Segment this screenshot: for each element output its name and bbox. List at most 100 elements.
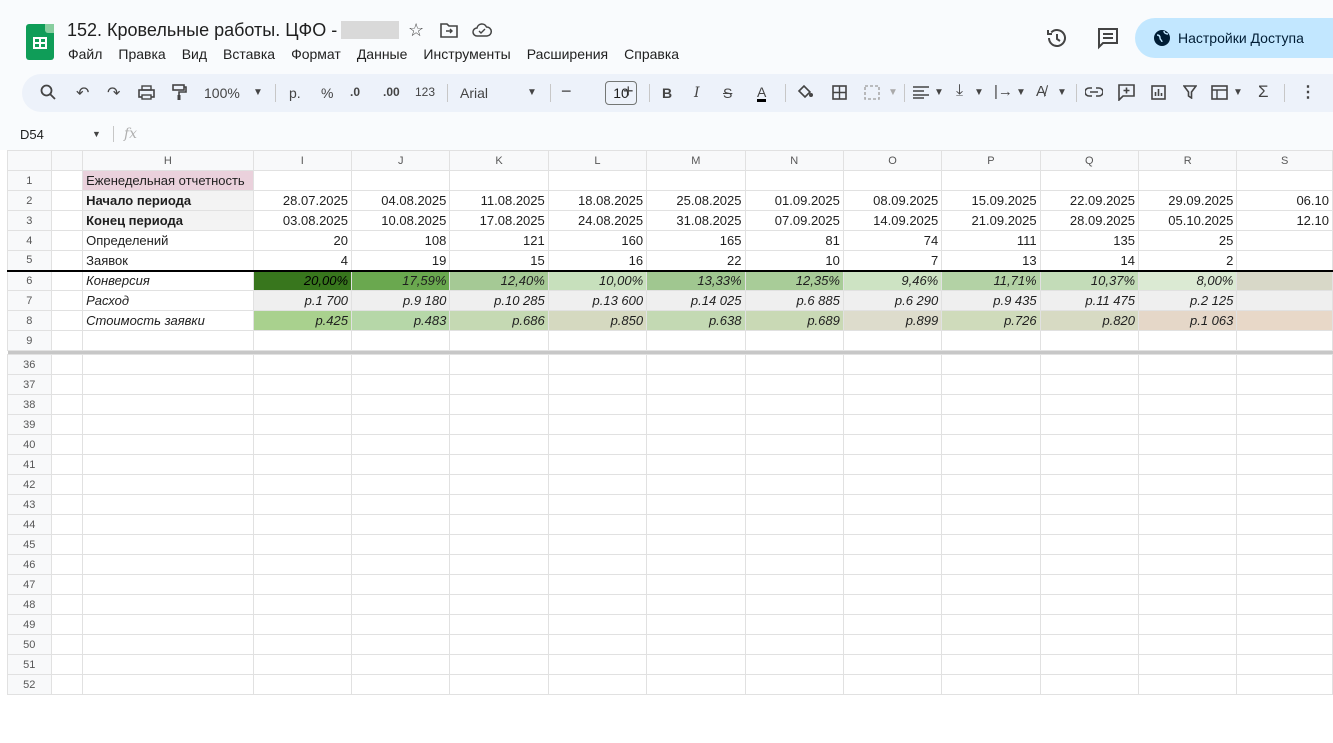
- cloud-saved-icon[interactable]: [472, 23, 492, 37]
- decrease-decimal-button[interactable]: .0: [350, 85, 360, 99]
- cell[interactable]: [1137, 354, 1238, 375]
- cell[interactable]: [941, 514, 1041, 535]
- cell[interactable]: [350, 614, 451, 635]
- menu-format[interactable]: Формат: [291, 46, 341, 62]
- data-cell[interactable]: [1236, 230, 1333, 251]
- cell[interactable]: [547, 654, 648, 675]
- cell[interactable]: [50, 269, 84, 291]
- doc-title-text[interactable]: 152. Кровельные работы. ЦФО -: [67, 20, 337, 40]
- corner-cell[interactable]: [7, 150, 52, 171]
- cell[interactable]: [842, 674, 943, 695]
- font-select[interactable]: Arial: [460, 85, 488, 101]
- data-cell[interactable]: 19: [350, 250, 451, 271]
- data-cell[interactable]: 135: [1039, 230, 1140, 251]
- column-header[interactable]: R: [1137, 150, 1238, 171]
- cell[interactable]: [1137, 594, 1238, 615]
- cell[interactable]: [547, 494, 648, 515]
- cell[interactable]: [350, 434, 451, 455]
- cell[interactable]: [1039, 374, 1140, 395]
- data-cell[interactable]: [1137, 170, 1238, 191]
- italic-icon[interactable]: I: [694, 85, 700, 101]
- cell[interactable]: [547, 454, 648, 475]
- data-cell[interactable]: 05.10.2025: [1137, 210, 1238, 231]
- row-number[interactable]: 50: [7, 634, 52, 655]
- print-icon[interactable]: [138, 85, 155, 100]
- data-cell[interactable]: 160: [547, 230, 648, 251]
- row-label-cell[interactable]: [82, 330, 254, 351]
- data-cell[interactable]: [744, 170, 844, 191]
- cell[interactable]: [50, 250, 84, 271]
- column-header[interactable]: L: [547, 150, 648, 171]
- row-label-cell[interactable]: Конец периода: [82, 210, 254, 231]
- data-cell[interactable]: 10.08.2025: [350, 210, 451, 231]
- data-cell[interactable]: 31.08.2025: [646, 210, 746, 231]
- cell[interactable]: [1137, 414, 1238, 435]
- cell[interactable]: [547, 614, 648, 635]
- chevron-down-icon[interactable]: ▼: [1016, 87, 1026, 98]
- row-label-cell[interactable]: Конверсия: [82, 269, 254, 291]
- data-cell[interactable]: р.820: [1039, 310, 1140, 331]
- cell[interactable]: [50, 170, 84, 191]
- cell[interactable]: [941, 394, 1041, 415]
- paint-format-icon[interactable]: [171, 84, 187, 101]
- cell[interactable]: [50, 594, 84, 615]
- data-cell[interactable]: [941, 170, 1041, 191]
- cell[interactable]: [842, 474, 943, 495]
- cell[interactable]: [842, 614, 943, 635]
- data-cell[interactable]: [350, 330, 451, 351]
- cell[interactable]: [842, 354, 943, 375]
- insert-chart-icon[interactable]: [1151, 85, 1166, 100]
- cell[interactable]: [1137, 434, 1238, 455]
- menu-view[interactable]: Вид: [182, 46, 207, 62]
- cell[interactable]: [50, 290, 84, 311]
- cell[interactable]: [646, 554, 746, 575]
- data-cell[interactable]: 8,00%: [1137, 269, 1238, 291]
- row-number[interactable]: 44: [7, 514, 52, 535]
- data-cell[interactable]: 28.09.2025: [1039, 210, 1140, 231]
- data-cell[interactable]: р.6 885: [744, 290, 844, 311]
- data-cell[interactable]: 16: [547, 250, 648, 271]
- cell[interactable]: [1236, 634, 1333, 655]
- cell[interactable]: [1137, 634, 1238, 655]
- menu-insert[interactable]: Вставка: [223, 46, 275, 62]
- data-cell[interactable]: 17.08.2025: [449, 210, 549, 231]
- data-cell[interactable]: [1137, 330, 1238, 351]
- cell[interactable]: [82, 654, 254, 675]
- cell[interactable]: [842, 634, 943, 655]
- cell[interactable]: [1039, 654, 1140, 675]
- decrease-font-size-icon[interactable]: −: [561, 81, 572, 102]
- data-cell[interactable]: 12,40%: [449, 269, 549, 291]
- cell[interactable]: [350, 394, 451, 415]
- cell[interactable]: [252, 454, 353, 475]
- data-cell[interactable]: 111: [941, 230, 1041, 251]
- cell[interactable]: [941, 414, 1041, 435]
- cell[interactable]: [1236, 534, 1333, 555]
- cell[interactable]: [547, 634, 648, 655]
- data-cell[interactable]: 20: [252, 230, 353, 251]
- row-number[interactable]: 36: [7, 354, 52, 375]
- data-cell[interactable]: [1236, 170, 1333, 191]
- cell[interactable]: [350, 534, 451, 555]
- data-cell[interactable]: 01.09.2025: [744, 190, 844, 211]
- cell[interactable]: [547, 534, 648, 555]
- cell[interactable]: [252, 674, 353, 695]
- cell[interactable]: [350, 514, 451, 535]
- cell[interactable]: [941, 374, 1041, 395]
- column-header[interactable]: N: [744, 150, 844, 171]
- move-folder-icon[interactable]: [440, 22, 458, 38]
- data-cell[interactable]: р.638: [646, 310, 746, 331]
- cell[interactable]: [646, 614, 746, 635]
- cell[interactable]: [350, 674, 451, 695]
- data-cell[interactable]: 10,00%: [547, 269, 648, 291]
- cell[interactable]: [449, 534, 549, 555]
- cell[interactable]: [744, 474, 844, 495]
- cell[interactable]: [1236, 374, 1333, 395]
- cell[interactable]: [50, 454, 84, 475]
- data-cell[interactable]: 74: [842, 230, 943, 251]
- cell[interactable]: [1137, 674, 1238, 695]
- data-cell[interactable]: р.689: [744, 310, 844, 331]
- chevron-down-icon[interactable]: ▼: [527, 87, 537, 98]
- cell[interactable]: [744, 374, 844, 395]
- cell[interactable]: [1039, 634, 1140, 655]
- increase-decimal-button[interactable]: .00: [383, 85, 400, 99]
